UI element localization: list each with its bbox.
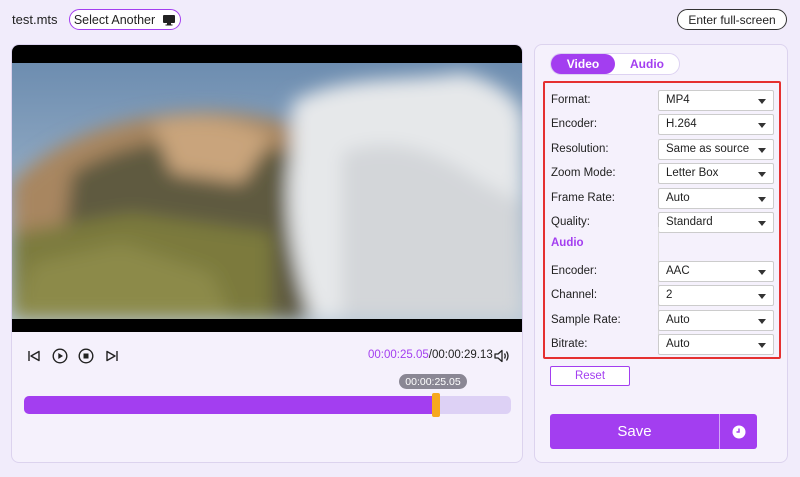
frame-rate-label: Frame Rate: <box>551 192 615 204</box>
sample-rate-select[interactable]: Auto <box>658 310 774 331</box>
quality-label: Quality: <box>551 216 590 228</box>
speaker-icon <box>494 349 509 363</box>
rewind-icon <box>28 350 40 362</box>
top-bar: test.mts Select Another Enter full-scree… <box>0 0 800 38</box>
zoom-mode-row: Zoom Mode: Letter Box <box>545 163 779 185</box>
settings-tabs: Video Audio <box>550 53 680 75</box>
clock-icon <box>732 425 745 438</box>
current-time: 00:00:25.05 <box>368 349 429 361</box>
format-label: Format: <box>551 94 591 106</box>
schedule-save-button[interactable] <box>719 414 757 449</box>
tab-audio[interactable]: Audio <box>615 54 679 74</box>
progress-fill <box>24 396 437 414</box>
file-name: test.mts <box>12 12 58 27</box>
monitor-icon <box>163 14 176 25</box>
quality-row: Quality: Standard <box>545 212 779 234</box>
reset-button[interactable]: Reset <box>550 366 630 386</box>
sample-rate-label: Sample Rate: <box>551 314 621 326</box>
resolution-row: Resolution: Same as source <box>545 139 779 161</box>
tab-video[interactable]: Video <box>551 54 615 74</box>
settings-panel: Video Audio Format: MP4 Encoder: H.264 R… <box>534 44 788 463</box>
stop-button[interactable] <box>78 348 94 364</box>
settings-form: Format: MP4 Encoder: H.264 Resolution: S… <box>543 81 781 359</box>
time-display: 00:00:25.05/00:00:29.13 <box>368 349 493 361</box>
sample-rate-row: Sample Rate: Auto <box>545 310 779 332</box>
audio-encoder-label: Encoder: <box>551 265 598 277</box>
audio-encoder-row: Encoder: AAC <box>545 261 779 283</box>
player-panel: 00:00:25.05/00:00:29.13 00:00:25.05 <box>11 44 523 463</box>
zoom-mode-label: Zoom Mode: <box>551 167 616 179</box>
video-viewport[interactable] <box>12 45 522 332</box>
audio-encoder-select[interactable]: AAC <box>658 261 774 282</box>
encoder-label: Encoder: <box>551 118 598 130</box>
total-time: 00:00:29.13 <box>431 349 493 361</box>
volume-button[interactable] <box>493 347 511 365</box>
bitrate-select[interactable]: Auto <box>658 334 774 355</box>
encoder-row: Encoder: H.264 <box>545 114 779 136</box>
playback-controls: 00:00:25.05/00:00:29.13 <box>12 341 522 369</box>
video-frame <box>12 63 522 319</box>
audio-section-heading: Audio <box>551 237 584 249</box>
save-group: Save <box>550 414 757 449</box>
bitrate-row: Bitrate: Auto <box>545 334 779 356</box>
bitrate-label: Bitrate: <box>551 338 588 350</box>
frame-rate-row: Frame Rate: Auto <box>545 188 779 210</box>
zoom-mode-select[interactable]: Letter Box <box>658 163 774 184</box>
format-row: Format: MP4 <box>545 90 779 112</box>
resolution-select[interactable]: Same as source <box>658 139 774 160</box>
next-frame-button[interactable] <box>104 348 120 364</box>
encoder-select[interactable]: H.264 <box>658 114 774 135</box>
select-another-button[interactable]: Select Another <box>69 9 181 30</box>
playhead-handle[interactable] <box>432 393 441 417</box>
channel-row: Channel: 2 <box>545 285 779 307</box>
fast-forward-icon <box>106 350 118 362</box>
play-icon <box>52 348 68 364</box>
previous-frame-button[interactable] <box>26 348 42 364</box>
select-another-label: Select Another <box>73 12 156 27</box>
channel-select[interactable]: 2 <box>658 285 774 306</box>
format-select[interactable]: MP4 <box>658 90 774 111</box>
save-button[interactable]: Save <box>550 414 719 449</box>
channel-label: Channel: <box>551 289 598 301</box>
play-button[interactable] <box>52 348 68 364</box>
video-preview-image <box>12 63 522 319</box>
enter-fullscreen-button[interactable]: Enter full-screen <box>677 9 787 30</box>
playhead-time-tooltip: 00:00:25.05 <box>399 374 467 389</box>
stop-icon <box>78 348 94 364</box>
frame-rate-select[interactable]: Auto <box>658 188 774 209</box>
resolution-label: Resolution: <box>551 143 609 155</box>
quality-select[interactable]: Standard <box>658 212 774 233</box>
